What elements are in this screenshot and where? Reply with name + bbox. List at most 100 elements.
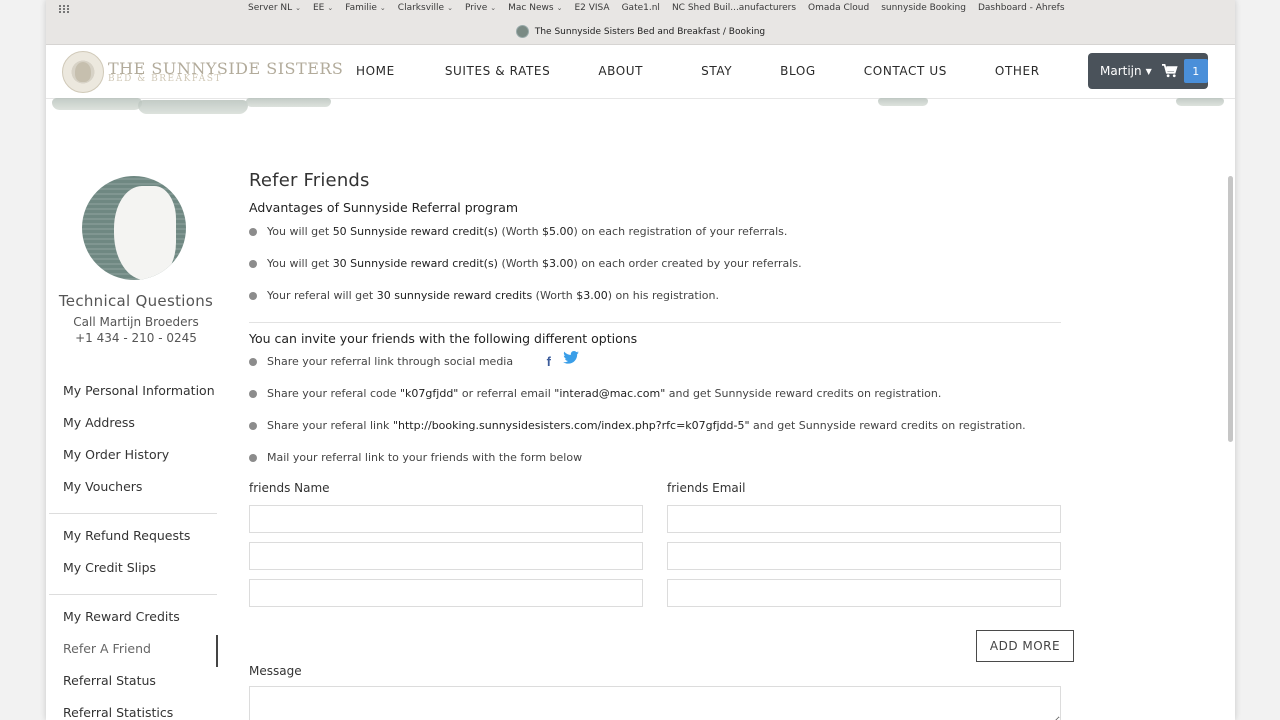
advantage-text-post: ) on his registration. xyxy=(607,289,719,302)
scrollbar-thumb[interactable] xyxy=(1228,176,1233,442)
add-more-button[interactable]: ADD MORE xyxy=(976,630,1074,662)
sidebar-item-my-address[interactable]: My Address xyxy=(49,409,217,441)
user-cart-box[interactable]: Martijn ▼ 1 xyxy=(1088,53,1208,89)
friends-email-label: friends Email xyxy=(667,481,746,495)
invite-form: friends Name friends Email xyxy=(249,473,1079,616)
bookmark-item[interactable]: EE ⌄ xyxy=(313,3,333,13)
bookmark-item[interactable]: Clarksville ⌄ xyxy=(398,3,453,13)
user-menu-button[interactable]: Martijn xyxy=(1100,64,1142,78)
bookmark-item[interactable]: Dashboard - Ahrefs xyxy=(978,3,1065,13)
page-title: Refer Friends xyxy=(249,170,370,191)
main-navigation: HOME SUITES & RATES ABOUT STAY BLOG CONTACT U… xyxy=(356,64,1040,78)
bookmark-item[interactable]: NC Shed Buil...anufacturers xyxy=(672,3,796,13)
bookmark-label: EE xyxy=(313,3,325,13)
cart-count-badge[interactable]: 1 xyxy=(1183,59,1208,83)
bookmark-label: Dashboard - Ahrefs xyxy=(977,3,1065,13)
bookmark-item[interactable]: E2 VISA xyxy=(574,3,609,13)
header-decoration xyxy=(46,98,1235,120)
code-text-mid: or referral email xyxy=(458,387,555,400)
sidebar-item-my-credit-slips[interactable]: My Credit Slips xyxy=(49,554,217,586)
sidebar-item-refer-a-friend[interactable]: Refer A Friend xyxy=(49,635,218,667)
advantage-text-mid: (Worth xyxy=(497,225,543,238)
advantage-text-b2: $3.00 xyxy=(576,289,608,302)
list-item: Mail your referral link to your friends … xyxy=(249,447,1079,479)
nav-link-home[interactable]: HOME xyxy=(356,64,395,78)
technical-questions: Technical Questions Call Martijn Broeder… xyxy=(49,292,223,346)
code-text-suffix: and get Sunnyside reward credits on regi… xyxy=(665,387,942,400)
advantage-text-mid: (Worth xyxy=(497,257,543,270)
site-header: THE SUNNYSIDE SISTERS BED & BREAKFAST HO… xyxy=(46,45,1235,99)
bookmark-label: Server NL xyxy=(248,3,293,13)
page-scrollbar[interactable] xyxy=(1226,98,1235,720)
bookmark-label: Familie xyxy=(345,3,377,13)
options-heading: You can invite your friends with the fol… xyxy=(249,331,638,346)
menu-divider xyxy=(49,513,217,514)
profile-illustration xyxy=(82,176,186,280)
chevron-down-icon: ▼ xyxy=(1145,66,1152,76)
list-item: Share your referral link through social … xyxy=(249,351,1079,383)
sidebar-item-referral-status[interactable]: Referral Status xyxy=(49,667,217,699)
nav-link-stay[interactable]: STAY xyxy=(701,64,732,78)
account-menu: My Personal Information My Address My Orde… xyxy=(49,377,218,720)
friend-email-input[interactable] xyxy=(667,505,1061,533)
friend-name-input[interactable] xyxy=(249,579,643,607)
advantage-text-b2: $3.00 xyxy=(542,257,574,270)
bookmark-item[interactable]: Omada Cloud xyxy=(808,3,869,13)
friend-name-input[interactable] xyxy=(249,505,643,533)
sidebar-item-referral-statistics[interactable]: Referral Statistics xyxy=(49,699,217,720)
twitter-icon[interactable] xyxy=(563,351,579,364)
advantage-text-b1: 30 sunnyside reward credits xyxy=(376,289,533,302)
site-logo[interactable]: THE SUNNYSIDE SISTERS BED & BREAKFAST xyxy=(62,51,343,93)
list-item: You will get 50 Sunnyside reward credit(… xyxy=(249,221,1079,253)
options-list: Share your referral link through social … xyxy=(249,351,1079,479)
friend-name-input[interactable] xyxy=(249,542,643,570)
bookmark-item[interactable]: Server NL ⌄ xyxy=(248,3,301,13)
friend-email-input[interactable] xyxy=(667,579,1061,607)
sidebar-item-my-vouchers[interactable]: My Vouchers xyxy=(49,473,217,505)
nav-link-blog[interactable]: BLOG xyxy=(780,64,816,78)
nav-link-other[interactable]: OTHER xyxy=(995,64,1040,78)
sidebar-item-my-personal-information[interactable]: My Personal Information xyxy=(49,377,217,409)
menu-divider xyxy=(49,594,217,595)
advantage-text-post: ) on each order created by your referral… xyxy=(573,257,802,270)
friends-name-label: friends Name xyxy=(249,481,330,495)
advantage-text-pre: You will get xyxy=(267,257,333,270)
link-text-suffix: and get Sunnyside reward credits on regi… xyxy=(749,419,1026,432)
list-item: Share your referal code "k07gfjdd" or re… xyxy=(249,383,1079,415)
nav-link-suites-rates[interactable]: SUITES & RATES xyxy=(445,64,551,78)
friend-email-input[interactable] xyxy=(667,542,1061,570)
bookmark-list: Server NL ⌄ EE ⌄ Familie ⌄ Clarksville ⌄ Prive ⌄ M… xyxy=(248,3,1065,13)
list-item: Your referal will get 30 sunnyside rewar… xyxy=(249,285,1079,317)
chevron-down-icon: ⌄ xyxy=(447,4,453,12)
sidebar-item-my-reward-credits[interactable]: My Reward Credits xyxy=(49,603,217,635)
bookmark-label: Prive xyxy=(464,3,488,13)
referral-email: "interad@mac.com" xyxy=(554,387,666,400)
facebook-icon[interactable]: f xyxy=(547,351,551,373)
chevron-down-icon: ⌄ xyxy=(295,4,301,12)
apps-grid-icon[interactable] xyxy=(59,5,69,13)
advantages-list: You will get 50 Sunnyside reward credit(… xyxy=(249,221,1079,317)
social-share-text: Share your referral link through social … xyxy=(267,355,514,368)
list-item: Share your referal link "http://booking.… xyxy=(249,415,1079,447)
logo-emblem-icon xyxy=(62,51,104,93)
advantage-text-pre: You will get xyxy=(267,225,333,238)
sidebar-item-my-refund-requests[interactable]: My Refund Requests xyxy=(49,522,217,554)
bookmark-item[interactable]: Gate1.nl xyxy=(622,3,660,13)
support-phone: +1 434 - 210 - 0245 xyxy=(75,331,197,346)
referral-code: "k07gfjdd" xyxy=(400,387,459,400)
bookmark-item[interactable]: sunnyside Booking xyxy=(881,3,966,13)
bookmark-item[interactable]: Familie ⌄ xyxy=(345,3,386,13)
cart-icon[interactable] xyxy=(1161,63,1178,79)
list-item: You will get 30 Sunnyside reward credit(… xyxy=(249,253,1079,285)
nav-link-about[interactable]: ABOUT xyxy=(598,64,643,78)
chevron-down-icon: ⌄ xyxy=(327,4,334,12)
nav-link-contact-us[interactable]: CONTACT US xyxy=(864,64,947,78)
bookmark-item[interactable]: Mac News ⌄ xyxy=(508,3,562,13)
sidebar-item-my-order-history[interactable]: My Order History xyxy=(49,441,217,473)
bookmark-item[interactable]: Prive ⌄ xyxy=(465,3,496,13)
chevron-down-icon: ⌄ xyxy=(490,4,497,12)
referral-link: "http://booking.sunnysidesisters.com/ind… xyxy=(392,419,750,432)
browser-window: Server NL ⌄ EE ⌄ Familie ⌄ Clarksville ⌄ Prive ⌄ M… xyxy=(46,0,1235,720)
message-textarea[interactable] xyxy=(249,686,1061,720)
site-favicon-icon xyxy=(515,25,529,38)
